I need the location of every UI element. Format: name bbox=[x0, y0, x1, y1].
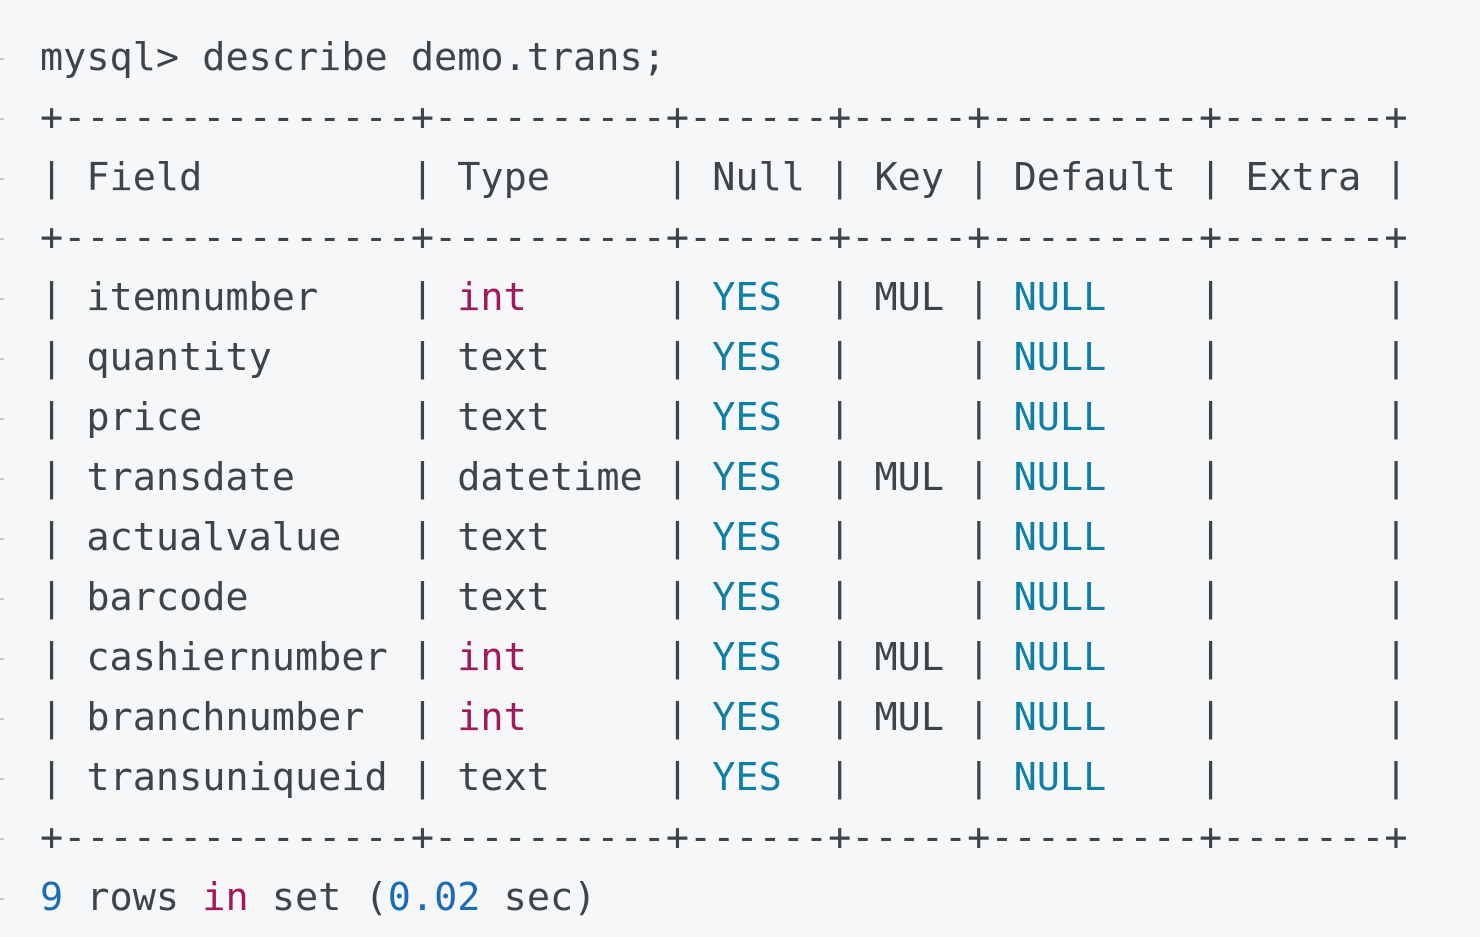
cell-key: MUL bbox=[874, 455, 945, 500]
cell-default: NULL bbox=[1013, 275, 1107, 320]
time-unit: sec) bbox=[503, 875, 597, 920]
table-border: +---------------+----------+------+-----… bbox=[40, 208, 1408, 268]
command-line: mysql> describe demo.trans; bbox=[40, 28, 666, 88]
cell-default: NULL bbox=[1013, 515, 1107, 560]
table-row: | transuniqueid | text | YES | | NULL | … bbox=[40, 755, 1408, 800]
cell-type: text bbox=[457, 515, 550, 560]
gutter-marker bbox=[0, 118, 4, 120]
gutter-marker bbox=[0, 838, 4, 840]
cell-field: quantity bbox=[86, 335, 272, 380]
cell-key: MUL bbox=[874, 635, 945, 680]
rows-word: rows bbox=[86, 875, 180, 920]
cell-default: NULL bbox=[1013, 755, 1107, 800]
cell-type: int bbox=[457, 635, 527, 680]
table-row: | branchnumber | int | YES | MUL | NULL … bbox=[40, 695, 1408, 740]
result-summary: 9 rows in set (0.02 sec) bbox=[40, 868, 596, 928]
gutter-marker bbox=[0, 598, 4, 600]
table-border: +---------------+----------+------+-----… bbox=[40, 88, 1408, 148]
command-text: describe demo.trans; bbox=[202, 35, 666, 80]
column-header: Key bbox=[874, 155, 945, 200]
cell-default: NULL bbox=[1013, 335, 1107, 380]
open-paren: ( bbox=[364, 875, 388, 920]
cell-null: YES bbox=[712, 455, 782, 500]
table-border: +---------------+----------+------+-----… bbox=[40, 808, 1408, 868]
gutter-marker bbox=[0, 898, 4, 900]
table-row: | cashiernumber | int | YES | MUL | NULL… bbox=[40, 635, 1408, 680]
table-row: | actualvalue | text | YES | | NULL | | bbox=[40, 515, 1408, 560]
cell-type: text bbox=[457, 575, 550, 620]
gutter-marker bbox=[0, 238, 4, 240]
cell-field: transdate bbox=[86, 455, 295, 500]
column-header: Extra bbox=[1245, 155, 1362, 200]
column-header: Field bbox=[86, 155, 203, 200]
table-row: | price | text | YES | | NULL | | bbox=[40, 395, 1408, 440]
column-header: Null bbox=[712, 155, 805, 200]
mysql-prompt: mysql> bbox=[40, 35, 180, 80]
cell-null: YES bbox=[712, 275, 782, 320]
cell-null: YES bbox=[712, 335, 782, 380]
cell-default: NULL bbox=[1013, 575, 1107, 620]
cell-field: actualvalue bbox=[86, 515, 342, 560]
gutter-marker bbox=[0, 718, 4, 720]
gutter-marker bbox=[0, 58, 4, 60]
cell-field: barcode bbox=[86, 575, 249, 620]
cell-null: YES bbox=[712, 575, 782, 620]
border-line: +---------------+----------+------+-----… bbox=[40, 95, 1408, 140]
cell-field: branchnumber bbox=[86, 695, 365, 740]
set-word: set bbox=[271, 875, 342, 920]
cell-field: itemnumber bbox=[86, 275, 319, 320]
row-count: 9 bbox=[40, 875, 64, 920]
cell-default: NULL bbox=[1013, 455, 1107, 500]
cell-null: YES bbox=[712, 395, 782, 440]
cell-default: NULL bbox=[1013, 635, 1107, 680]
cell-default: NULL bbox=[1013, 395, 1107, 440]
gutter-marker bbox=[0, 178, 4, 180]
gutter-marker bbox=[0, 538, 4, 540]
cell-field: cashiernumber bbox=[86, 635, 388, 680]
gutter-marker bbox=[0, 478, 4, 480]
in-keyword: in bbox=[202, 875, 249, 920]
table-row: | barcode | text | YES | | NULL | | bbox=[40, 575, 1408, 620]
gutter-marker bbox=[0, 658, 4, 660]
gutter-marker bbox=[0, 418, 4, 420]
cell-field: transuniqueid bbox=[86, 755, 388, 800]
cell-type: datetime bbox=[457, 455, 643, 500]
border-line: +---------------+----------+------+-----… bbox=[40, 215, 1408, 260]
cell-field: price bbox=[86, 395, 203, 440]
cell-key: MUL bbox=[874, 695, 945, 740]
cell-default: NULL bbox=[1013, 695, 1107, 740]
cell-null: YES bbox=[712, 635, 782, 680]
column-header: Type bbox=[457, 155, 550, 200]
cell-type: int bbox=[457, 695, 527, 740]
cell-type: text bbox=[457, 755, 550, 800]
gutter-marker bbox=[0, 358, 4, 360]
gutter-marker bbox=[0, 298, 4, 300]
table-row: | transdate | datetime | YES | MUL | NUL… bbox=[40, 455, 1408, 500]
table-header: | Field | Type | Null | Key | Default | … bbox=[40, 155, 1408, 200]
table-row: | quantity | text | YES | | NULL | | bbox=[40, 335, 1408, 380]
column-header: Default bbox=[1013, 155, 1176, 200]
table-row: | itemnumber | int | YES | MUL | NULL | … bbox=[40, 275, 1408, 320]
cell-key: MUL bbox=[874, 275, 945, 320]
cell-type: int bbox=[457, 275, 527, 320]
cell-null: YES bbox=[712, 515, 782, 560]
cell-type: text bbox=[457, 395, 550, 440]
cell-type: text bbox=[457, 335, 550, 380]
cell-null: YES bbox=[712, 755, 782, 800]
gutter-marker bbox=[0, 778, 4, 780]
query-time: 0.02 bbox=[387, 875, 481, 920]
cell-null: YES bbox=[712, 695, 782, 740]
border-line: +---------------+----------+------+-----… bbox=[40, 815, 1408, 860]
